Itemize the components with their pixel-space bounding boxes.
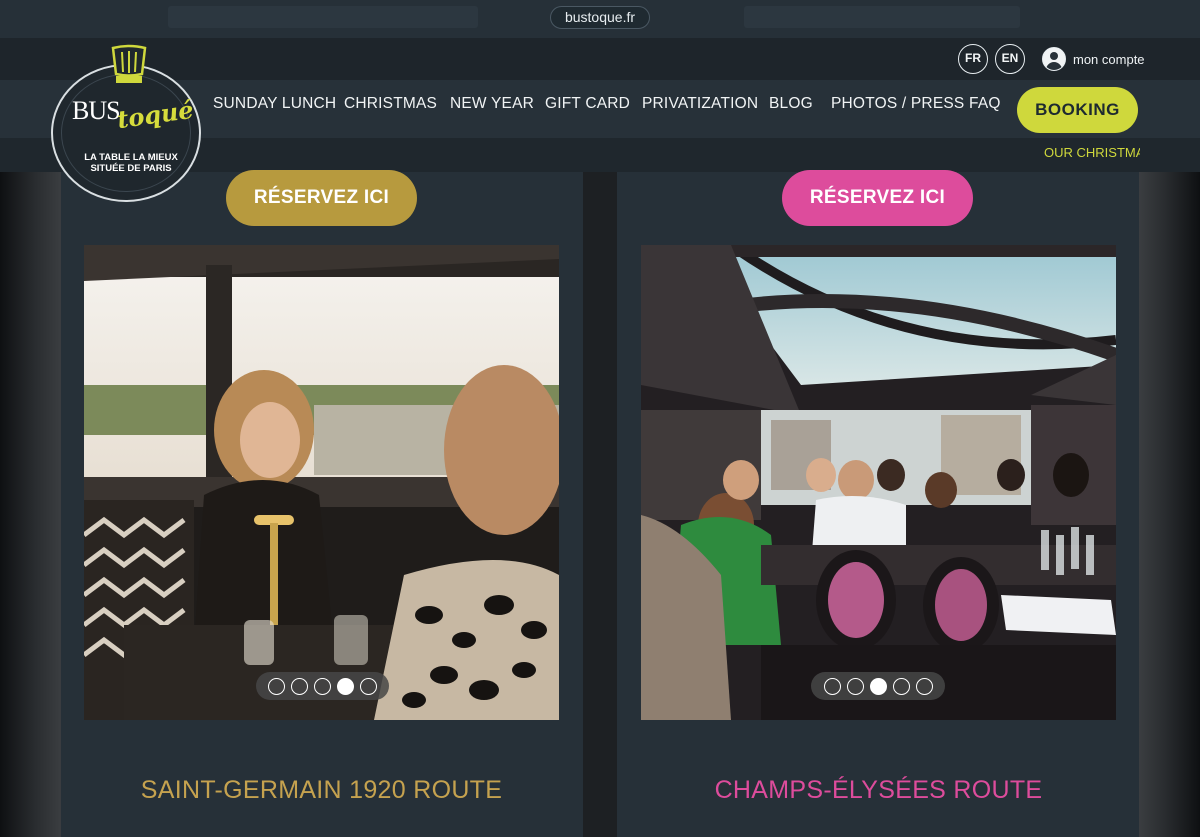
account-label: mon compte	[1073, 51, 1145, 67]
saint-germain-photo[interactable]	[84, 245, 559, 720]
language-en-button[interactable]: EN	[995, 44, 1025, 74]
reserve-champs-elysees-button[interactable]: RÉSERVEZ ICI	[782, 170, 973, 226]
nav-christmas[interactable]: CHRISTMAS	[344, 95, 437, 113]
route-title-champs-elysees[interactable]: CHAMPS-ÉLYSÉES ROUTE	[641, 776, 1116, 805]
nav-blog[interactable]: BLOG	[769, 95, 813, 113]
carousel-dot-2[interactable]	[846, 677, 864, 695]
carousel-dot-3[interactable]	[314, 677, 331, 695]
champs-elysees-photo[interactable]	[641, 245, 1116, 720]
carousel-dot-3-active[interactable]	[869, 677, 887, 695]
blurred-tab	[744, 6, 1020, 28]
champs-elysees-scene	[641, 245, 1116, 720]
carousel-dot-4-active[interactable]	[337, 677, 354, 695]
chef-hat-icon	[111, 44, 147, 83]
booking-button[interactable]: BOOKING	[1017, 87, 1138, 133]
carousel-dot-1[interactable]	[823, 677, 841, 695]
carousel-dots-champs-elysees	[811, 672, 945, 700]
nav-new-year[interactable]: NEW YEAR	[450, 95, 534, 113]
url-field[interactable]: bustoque.fr	[550, 6, 650, 29]
announcement-marquee[interactable]: OUR CHRISTMA	[1044, 145, 1140, 163]
logo-tagline-line1: LA TABLE LA MIEUX	[84, 152, 178, 163]
logo-tagline-line2: SITUÉE DE PARIS	[90, 163, 172, 174]
nav-faq[interactable]: FAQ	[969, 95, 1001, 113]
nav-sunday-lunch[interactable]: SUNDAY LUNCH	[213, 95, 336, 113]
carousel-dot-4[interactable]	[892, 677, 910, 695]
logo-tagline: LA TABLE LA MIEUX SITUÉE DE PARIS	[76, 152, 186, 174]
browser-address-bar: bustoque.fr	[0, 0, 1200, 38]
carousel-dot-2[interactable]	[291, 677, 308, 695]
route-title-saint-germain[interactable]: SAINT-GERMAIN 1920 ROUTE	[84, 776, 559, 805]
carousel-dot-1[interactable]	[268, 677, 285, 695]
nav-photos-press[interactable]: PHOTOS / PRESS	[831, 95, 964, 113]
nav-privatization[interactable]: PRIVATIZATION	[642, 95, 758, 113]
carousel-dot-5[interactable]	[915, 677, 933, 695]
carousel-dots-saint-germain	[256, 672, 389, 700]
reserve-saint-germain-button[interactable]: RÉSERVEZ ICI	[226, 170, 417, 226]
nav-gift-card[interactable]: GIFT CARD	[545, 95, 630, 113]
language-fr-button[interactable]: FR	[958, 44, 988, 74]
account-link[interactable]: mon compte	[1042, 46, 1145, 72]
carousel-dot-5[interactable]	[360, 677, 377, 695]
blurred-tab	[168, 6, 478, 28]
saint-germain-scene	[84, 245, 559, 720]
user-icon	[1042, 47, 1066, 71]
